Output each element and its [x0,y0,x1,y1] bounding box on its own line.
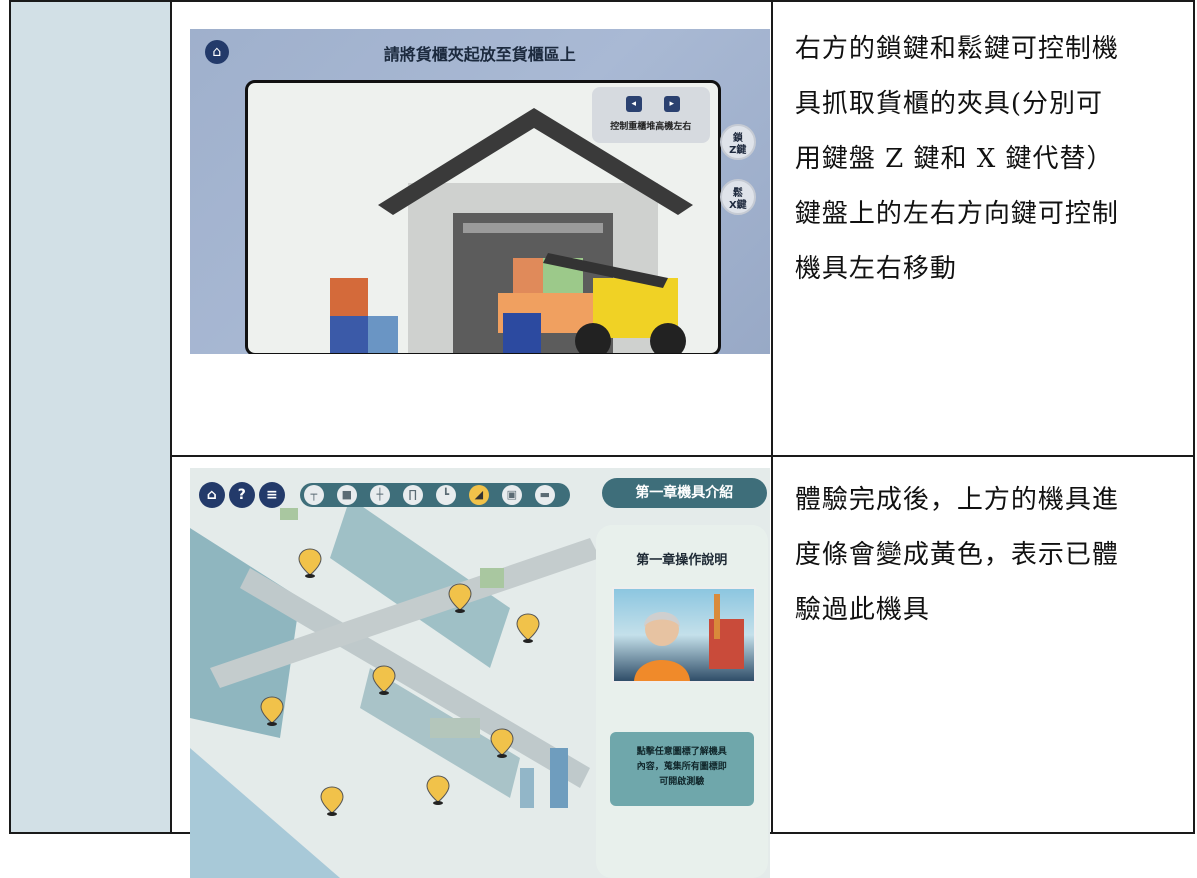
description-cell: 體驗完成後，上方的機具進 度條會變成黃色，表示已體 驗過此機具 [770,455,1196,834]
forklift-icon[interactable]: ■ [336,485,357,505]
lock-label: 鎖 [732,133,743,144]
map-pin-crane-icon[interactable] [426,775,450,805]
description-line: 驗過此機具 [794,595,930,625]
spreader-icon[interactable]: ┼ [369,485,390,505]
release-label: 鬆 [732,188,743,199]
help-icon[interactable]: ? [228,482,255,508]
map-pin-forklift-icon[interactable] [448,583,472,613]
description-text: 體驗完成後，上方的機具進 度條會變成黃色，表示已體 驗過此機具 [773,457,1193,638]
screenshot-cell: ⌂ 請將貨櫃夾起放至貨櫃區上 ◂ ▸ 控制重櫃堆高機左右 鎖 Z鍵 鬆 X鍵 [169,0,773,457]
release-button[interactable]: 鬆 X鍵 [719,179,756,215]
chapter-button[interactable]: 第一章機具介紹 [601,478,767,508]
arrow-right-icon[interactable]: ▸ [663,96,680,112]
clipboard-icon[interactable]: ≡ [258,482,285,508]
game-instruction-title: 請將貨櫃夾起放至貨櫃區上 [383,45,576,64]
panel-note-line: 內容，蒐集所有圖標即 [636,762,727,772]
gantry-icon[interactable]: ∏ [402,485,423,505]
guide-portrait-image [633,594,744,681]
description-line: 機具左右移動 [794,254,957,284]
map-pin-truck-crane-icon[interactable] [320,786,344,816]
map-pin-tractor-icon[interactable] [516,613,540,643]
table-row: ⌂ 請將貨櫃夾起放至貨櫃區上 ◂ ▸ 控制重櫃堆高機左右 鎖 Z鍵 鬆 X鍵 右… [9,0,1196,834]
panel-note-line: 點擊任意圖標了解機具 [636,747,727,757]
progress-bar: ┬ ■ ┼ ∏ ┗ ◢ ▣ ▬ [299,483,570,507]
instruction-panel: 第一章操作說明 點擊任意圖標了解機具 內容，蒐集所有圖標即 可開啟測驗 [595,525,768,878]
side-column [9,0,172,834]
description-line: 右方的鎖鍵和鬆鍵可控制機 [794,34,1119,64]
lock-key-label: Z鍵 [729,145,747,156]
description-line: 具抓取貨櫃的夾具(分別可 [794,89,1103,119]
arrow-left-icon[interactable]: ◂ [625,96,642,112]
description-line: 鍵盤上的左右方向鍵可控制 [794,199,1119,229]
truck-crane-icon[interactable]: ┗ [435,485,456,505]
document-page: ⌂ 請將貨櫃夾起放至貨櫃區上 ◂ ▸ 控制重櫃堆高機左右 鎖 Z鍵 鬆 X鍵 右… [9,0,1196,878]
map-pin-spreader-icon[interactable] [260,696,284,726]
instruction-table: ⌂ 請將貨櫃夾起放至貨櫃區上 ◂ ▸ 控制重櫃堆高機左右 鎖 Z鍵 鬆 X鍵 右… [9,0,1196,878]
map-pin-loader-icon[interactable] [490,728,514,758]
description-cell: 右方的鎖鍵和鬆鍵可控制機 具抓取貨櫃的夾具(分別可 用鍵盤 Z 鍵和 X 鍵代替… [770,0,1196,457]
loader-icon[interactable]: ▣ [501,485,522,505]
release-key-label: X鍵 [728,200,747,211]
panel-note-line: 可開啟測驗 [659,777,705,787]
lock-button[interactable]: 鎖 Z鍵 [719,124,756,160]
screenshot-cell: ⌂ ? ≡ ┬ ■ ┼ ∏ ┗ ◢ ▣ ▬ 第一章機具介紹 第一章操作說明 點擊… [169,455,773,878]
reach-stacker-icon[interactable]: ◢ [468,485,489,505]
description-line: 體驗完成後，上方的機具進 [794,485,1119,515]
tractor-icon[interactable]: ▬ [534,485,555,505]
direction-control: ◂ ▸ 控制重櫃堆高機左右 [591,87,710,143]
map-pin-reach-stacker-icon[interactable] [372,665,396,695]
description-text: 右方的鎖鍵和鬆鍵可控制機 具抓取貨櫃的夾具(分別可 用鍵盤 Z 鍵和 X 鍵代替… [773,2,1193,297]
panel-title: 第一章操作說明 [636,553,728,568]
guide-portrait [611,587,756,683]
panel-note: 點擊任意圖標了解機具 內容，蒐集所有圖標即 可開啟測驗 [609,732,754,806]
map-pin-gantry-icon[interactable] [298,548,322,578]
control-label: 控制重櫃堆高機左右 [610,122,692,132]
home-icon[interactable]: ⌂ [198,482,225,508]
game-screenshot-map: ⌂ ? ≡ ┬ ■ ┼ ∏ ┗ ◢ ▣ ▬ 第一章機具介紹 第一章操作說明 點擊… [189,468,770,878]
crane-icon[interactable]: ┬ [303,485,324,505]
game-screenshot-lift: ⌂ 請將貨櫃夾起放至貨櫃區上 ◂ ▸ 控制重櫃堆高機左右 鎖 Z鍵 鬆 X鍵 [189,29,770,354]
description-line: 度條會變成黃色，表示已體 [794,540,1119,570]
table-row: ⌂ ? ≡ ┬ ■ ┼ ∏ ┗ ◢ ▣ ▬ 第一章機具介紹 第一章操作說明 點擊… [10,455,1196,878]
description-line: 用鍵盤 Z 鍵和 X 鍵代替） [794,144,1114,174]
